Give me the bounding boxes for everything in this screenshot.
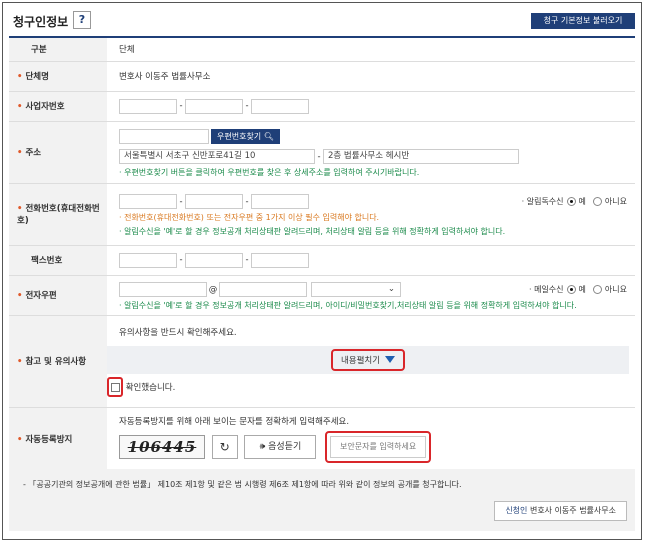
biz-number-part2-input[interactable] (185, 98, 243, 114)
phone-notify-yes-radio[interactable] (566, 197, 576, 206)
biz-number-part1-input[interactable] (119, 98, 177, 114)
captcha-label: 자동등록방지 (25, 435, 73, 445)
email-id-input[interactable] (119, 282, 207, 297)
email-notify-note: · 알림수신을 '예'로 할 경우 정보공개 처리상태판 알려드리며, 아이디/… (119, 300, 577, 310)
email-notify-no-radio[interactable] (592, 285, 602, 294)
org-name-label: 단체명 (25, 72, 49, 82)
address-note: · 우편번호찾기 버튼을 클릭하여 우편번호를 찾은 후 상세주소를 입력하여 … (119, 167, 420, 177)
zipcode-input[interactable] (119, 129, 209, 144)
email-at-sign: @ (208, 284, 218, 295)
footer: - 「공공기관의 정보공개에 관한 법률」 제10조 제1항 및 같은 법 시행… (9, 469, 635, 531)
address-main-input[interactable]: 서울특별시 서초구 신반포로41길 10 (119, 149, 315, 164)
biz-number-part3-input[interactable] (251, 98, 309, 114)
phone-notify-no-radio[interactable] (592, 197, 602, 206)
speaker-icon: 🕪 (259, 442, 266, 452)
confirm-checkbox-highlight (107, 376, 123, 397)
email-notify-yes-radio[interactable] (566, 285, 576, 294)
row-org-name: • 단체명 변호사 이동주 법률사무소 (9, 61, 635, 92)
required-mark: • (17, 148, 23, 158)
required-mark: • (17, 72, 23, 82)
required-mark: • (17, 357, 23, 367)
email-domain-input[interactable] (219, 282, 307, 297)
phone-part1-input[interactable] (119, 194, 177, 209)
zipcode-search-button[interactable]: 우편번호찾기 🔍︎ (211, 129, 280, 144)
phone-notify-label: · 알림독수신 (521, 197, 564, 206)
refresh-icon[interactable]: ↻ (211, 435, 238, 459)
notice-label: 참고 및 유의사항 (25, 357, 87, 367)
phone-notify-note: · 알림수신을 '예'로 할 경우 정보공개 처리상태판 알려드리며, 처리상태… (119, 226, 506, 236)
notice-content-bar: 내용펼치기 (107, 345, 629, 374)
required-mark: • (17, 204, 23, 214)
row-captcha: • 자동등록방지 자동등록방지를 위해 아래 보이는 문자를 정확하게 입력해주세… (9, 407, 635, 472)
email-domain-select[interactable]: ⌄ (311, 282, 401, 297)
phone-label: 전화번호(휴대전화번호) (17, 204, 100, 226)
category-label: 구분 (9, 37, 107, 62)
row-biz-number: • 사업자번호 -- (9, 91, 635, 122)
help-icon[interactable]: ? (73, 11, 91, 29)
phone-part3-input[interactable] (251, 194, 309, 209)
expand-content-button[interactable]: 내용펼치기 (330, 348, 406, 371)
phone-notify-group: · 알림독수신 예 아니요 (521, 197, 627, 206)
row-email: • 전자우편 @ ⌄ · 메일수신 예 아니요 · 알림수신을 '예'로 할 경우… (9, 275, 635, 316)
row-category: 구분 단체 (9, 37, 635, 62)
required-mark: • (17, 435, 23, 445)
required-mark: • (17, 102, 23, 112)
captcha-intro: 자동등록방지를 위해 아래 보이는 문자를 정확하게 입력해주세요. (119, 417, 350, 427)
address-label: 주소 (25, 148, 42, 158)
signer-button[interactable]: 신청인 변호사 이동주 법률사무소 (494, 501, 627, 521)
row-address: • 주소 우편번호찾기 🔍︎ 서울특별시 서초구 신반포로41길 10-2층 법률… (9, 121, 635, 184)
fax-part3-input[interactable] (251, 252, 309, 268)
email-notify-group: · 메일수신 예 아니요 (529, 285, 627, 294)
captcha-input[interactable]: 보안문자를 입력하세요 (330, 436, 427, 458)
captcha-image: 106445 (119, 435, 205, 459)
audio-play-button[interactable]: 🕪 음성듣기 (244, 435, 317, 459)
required-mark: • (17, 291, 23, 301)
search-icon: 🔍︎ (263, 132, 274, 141)
fax-part1-input[interactable] (119, 252, 177, 268)
chevron-down-icon: ⌄ (387, 284, 395, 294)
footer-declaration: - 「공공기관의 정보공개에 관한 법률」 제10조 제1항 및 같은 법 시행… (23, 480, 462, 489)
form-frame: 청구인정보 ? 청구 기본정보 불러오기 구분 단체 • 단체명 변호사 이동주 … (2, 2, 642, 540)
load-basic-info-button[interactable]: 청구 기본정보 불러오기 (531, 13, 635, 29)
email-label: 전자우편 (25, 291, 57, 301)
phone-required-note: · 전화번호(휴대전화번호) 또는 전자우편 중 1가지 이상 필수 입력해야 … (119, 212, 380, 222)
triangle-down-icon (385, 356, 396, 363)
category-value: 단체 (107, 37, 635, 62)
fax-label: 팩스번호 (9, 245, 107, 276)
claimant-form-table: 구분 단체 • 단체명 변호사 이동주 법률사무소 • 사업자번호 -- • 주소 우… (9, 36, 635, 472)
confirm-label: 확인했습니다. (125, 382, 176, 393)
address-detail-input[interactable]: 2층 법률사무소 헤시반 (323, 149, 519, 164)
row-notice: • 참고 및 유의사항 유의사항을 반드시 확인해주세요. 내용펼치기 확인했습니… (9, 315, 635, 408)
confirm-checkbox[interactable] (111, 382, 120, 392)
email-notify-label: · 메일수신 (529, 285, 564, 294)
biz-number-label: 사업자번호 (25, 102, 65, 112)
org-name-value: 변호사 이동주 법률사무소 (107, 61, 635, 92)
notice-intro: 유의사항을 반드시 확인해주세요. (119, 327, 237, 338)
page-title: 청구인정보 (13, 15, 69, 29)
fax-part2-input[interactable] (185, 252, 243, 268)
form-header: 청구인정보 ? 청구 기본정보 불러오기 (13, 11, 635, 30)
phone-part2-input[interactable] (185, 194, 243, 209)
captcha-input-highlight: 보안문자를 입력하세요 (325, 431, 432, 463)
row-fax: 팩스번호 -- (9, 245, 635, 276)
row-phone: • 전화번호(휴대전화번호) -- · 알림독수신 예 아니요 · 전화번호(휴대… (9, 183, 635, 246)
